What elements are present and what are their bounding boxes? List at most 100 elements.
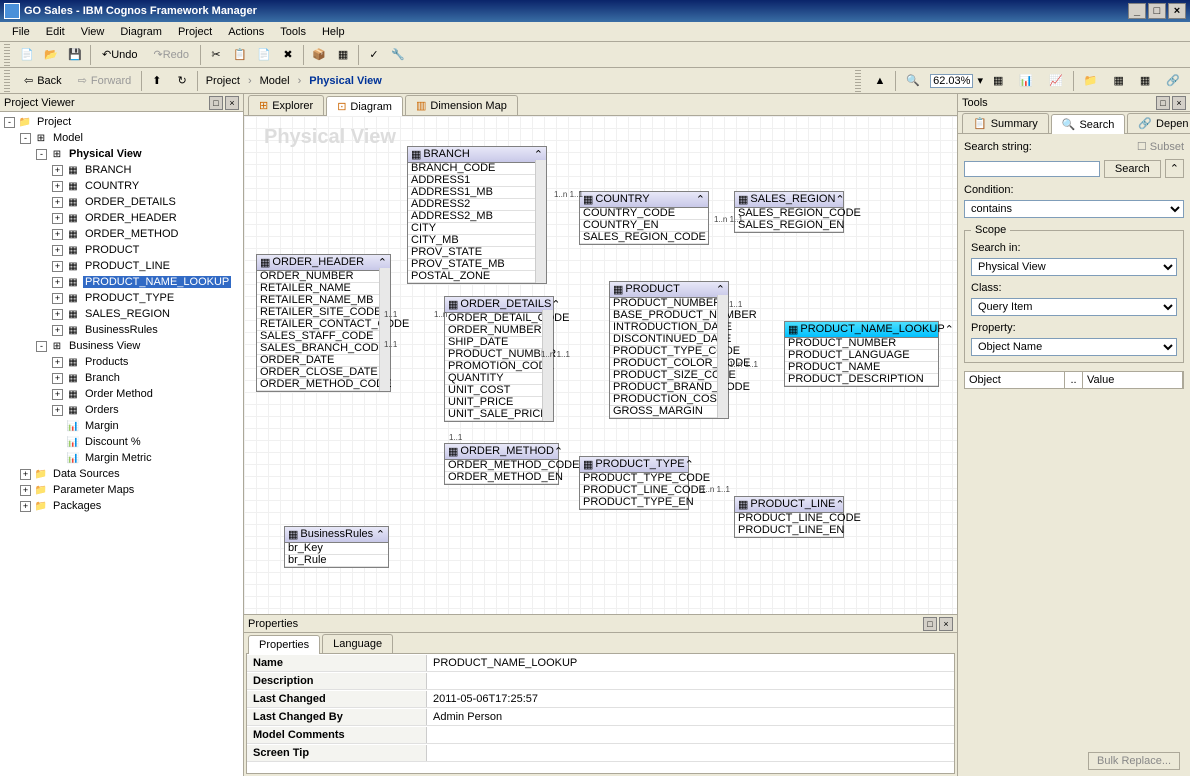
props-close-icon[interactable]: × bbox=[939, 617, 953, 631]
entity-header[interactable]: ▦ORDER_METHOD⌃ bbox=[445, 444, 558, 460]
expand-icon[interactable]: + bbox=[52, 181, 63, 192]
maximize-button[interactable]: □ bbox=[1148, 3, 1166, 19]
entity-branch[interactable]: ▦BRANCH⌃BRANCH_CODEADDRESS1ADDRESS1_MBAD… bbox=[407, 146, 547, 284]
property-value[interactable] bbox=[427, 751, 954, 755]
tree-node[interactable]: +▦BusinessRules bbox=[2, 322, 241, 338]
property-row[interactable]: Last Changed ByAdmin Person bbox=[247, 708, 954, 726]
entity-column[interactable]: br_Rule bbox=[285, 555, 388, 567]
bulk-replace-button[interactable]: Bulk Replace... bbox=[1088, 752, 1180, 770]
expand-icon[interactable]: + bbox=[52, 405, 63, 416]
tab-explorer[interactable]: ⊞ Explorer bbox=[248, 95, 324, 115]
menu-edit[interactable]: Edit bbox=[38, 24, 73, 40]
zoom-select[interactable]: 62.03% bbox=[930, 74, 973, 88]
entity-column[interactable]: PRODUCT_LINE_EN bbox=[735, 525, 843, 537]
tree-node[interactable]: +📁Packages bbox=[2, 498, 241, 514]
back-button[interactable]: ⇦ Back bbox=[18, 72, 68, 89]
entity-header[interactable]: ▦ORDER_DETAILS⌃ bbox=[445, 297, 553, 313]
col-value[interactable]: Value bbox=[1083, 372, 1183, 388]
entity-product[interactable]: ▦PRODUCT⌃PRODUCT_NUMBERBASE_PRODUCT_NUMB… bbox=[609, 281, 729, 419]
menu-file[interactable]: File bbox=[4, 24, 38, 40]
col-object[interactable]: Object bbox=[965, 372, 1065, 388]
pv-maximize-icon[interactable]: □ bbox=[209, 96, 223, 110]
close-button[interactable]: × bbox=[1168, 3, 1186, 19]
node-label[interactable]: Data Sources bbox=[51, 468, 122, 480]
forward-button[interactable]: ⇨ Forward bbox=[72, 72, 138, 89]
tab-search[interactable]: 🔍 Search bbox=[1051, 114, 1126, 134]
zoom-icon[interactable]: 🔍 bbox=[900, 72, 926, 89]
menu-actions[interactable]: Actions bbox=[220, 24, 272, 40]
expand-icon[interactable]: + bbox=[52, 213, 63, 224]
scrollbar[interactable] bbox=[379, 268, 390, 391]
expand-icon[interactable]: + bbox=[20, 469, 31, 480]
node-label[interactable]: ORDER_HEADER bbox=[83, 212, 179, 224]
entity-order_details[interactable]: ▦ORDER_DETAILS⌃ORDER_DETAIL_CODEORDER_NU… bbox=[444, 296, 554, 422]
folder-icon[interactable]: 📁 bbox=[1078, 72, 1104, 89]
paste-icon[interactable]: 📄 bbox=[253, 44, 275, 66]
entity-column[interactable]: GROSS_MARGIN bbox=[610, 406, 728, 418]
expand-icon[interactable]: + bbox=[52, 245, 63, 256]
expand-icon[interactable]: - bbox=[20, 133, 31, 144]
tree-node[interactable]: +▦PRODUCT_NAME_LOOKUP bbox=[2, 274, 241, 290]
tab-diagram[interactable]: ⊡ Diagram bbox=[326, 96, 403, 116]
crumb-model[interactable]: Model bbox=[256, 75, 294, 87]
node-label[interactable]: PRODUCT_NAME_LOOKUP bbox=[83, 276, 231, 288]
node-label[interactable]: Products bbox=[83, 356, 130, 368]
entity-column[interactable]: UNIT_SALE_PRICE bbox=[445, 409, 553, 421]
col-sep[interactable]: .. bbox=[1065, 372, 1083, 388]
pointer-icon[interactable]: ▲ bbox=[869, 73, 892, 89]
tree-node[interactable]: -⊞Model bbox=[2, 130, 241, 146]
open-icon[interactable]: 📂 bbox=[40, 44, 62, 66]
cut-icon[interactable]: ✂ bbox=[205, 44, 227, 66]
entity-header[interactable]: ▦ORDER_HEADER⌃ bbox=[257, 255, 390, 271]
node-label[interactable]: Order Method bbox=[83, 388, 155, 400]
node-label[interactable]: SALES_REGION bbox=[83, 308, 172, 320]
search-input[interactable] bbox=[964, 161, 1100, 177]
scrollbar[interactable] bbox=[535, 160, 546, 283]
menu-project[interactable]: Project bbox=[170, 24, 220, 40]
entity-header[interactable]: ▦BRANCH⌃ bbox=[408, 147, 546, 163]
node-label[interactable]: PRODUCT_LINE bbox=[83, 260, 172, 272]
tree-node[interactable]: +▦ORDER_DETAILS bbox=[2, 194, 241, 210]
tree-node[interactable]: +▦Products bbox=[2, 354, 241, 370]
tree-node[interactable]: +▦BRANCH bbox=[2, 162, 241, 178]
class-select[interactable]: Query Item bbox=[971, 298, 1177, 316]
diagram-canvas[interactable]: Physical View ▦BRANCH⌃BRANCH_CODEADDRESS… bbox=[244, 116, 957, 614]
entity-column[interactable]: PRODUCT_DESCRIPTION bbox=[785, 374, 938, 386]
expand-icon[interactable]: - bbox=[36, 341, 47, 352]
props-maximize-icon[interactable]: □ bbox=[923, 617, 937, 631]
search-button[interactable]: Search bbox=[1104, 160, 1161, 178]
expand-icon[interactable]: - bbox=[36, 149, 47, 160]
node-label[interactable]: Margin bbox=[83, 420, 121, 432]
save-icon[interactable]: 💾 bbox=[64, 44, 86, 66]
expand-icon[interactable]: + bbox=[52, 197, 63, 208]
tree-node[interactable]: +▦PRODUCT bbox=[2, 242, 241, 258]
entity-header[interactable]: ▦PRODUCT_TYPE⌃ bbox=[580, 457, 688, 473]
property-value[interactable] bbox=[427, 733, 954, 737]
tab-summary[interactable]: 📋 Summary bbox=[962, 113, 1049, 133]
expand-icon[interactable]: - bbox=[4, 117, 15, 128]
tree-node[interactable]: -⊞Physical View bbox=[2, 146, 241, 162]
entity-header[interactable]: ▦BusinessRules⌃ bbox=[285, 527, 388, 543]
view-icon[interactable]: ▦ bbox=[332, 44, 354, 66]
entity-header[interactable]: ▦PRODUCT_LINE⌃ bbox=[735, 497, 843, 513]
package-icon[interactable]: 📦 bbox=[308, 44, 330, 66]
node-label[interactable]: BRANCH bbox=[83, 164, 133, 176]
entity-order_method[interactable]: ▦ORDER_METHOD⌃ORDER_METHOD_CODEORDER_MET… bbox=[444, 443, 559, 485]
crumb-physical-view[interactable]: Physical View bbox=[305, 75, 386, 87]
property-select[interactable]: Object Name bbox=[971, 338, 1177, 356]
tree-node[interactable]: -📁Project bbox=[2, 114, 241, 130]
entity-header[interactable]: ▦COUNTRY⌃ bbox=[580, 192, 708, 208]
navbar-grip[interactable] bbox=[4, 70, 10, 92]
properties-grid[interactable]: NamePRODUCT_NAME_LOOKUPDescriptionLast C… bbox=[246, 653, 955, 774]
entity-column[interactable]: ORDER_METHOD_CODE bbox=[257, 379, 390, 391]
table-icon[interactable]: ▦ bbox=[1107, 72, 1129, 89]
expand-icon[interactable]: + bbox=[52, 165, 63, 176]
tab-properties[interactable]: Properties bbox=[248, 635, 320, 654]
filter-icon[interactable]: ▦ bbox=[1134, 72, 1156, 89]
node-label[interactable]: Discount % bbox=[83, 436, 143, 448]
property-row[interactable]: Model Comments bbox=[247, 726, 954, 744]
toolbar-grip[interactable] bbox=[4, 44, 10, 66]
node-label[interactable]: ORDER_DETAILS bbox=[83, 196, 178, 208]
node-label[interactable]: Project bbox=[35, 116, 73, 128]
expand-icon[interactable]: + bbox=[52, 389, 63, 400]
